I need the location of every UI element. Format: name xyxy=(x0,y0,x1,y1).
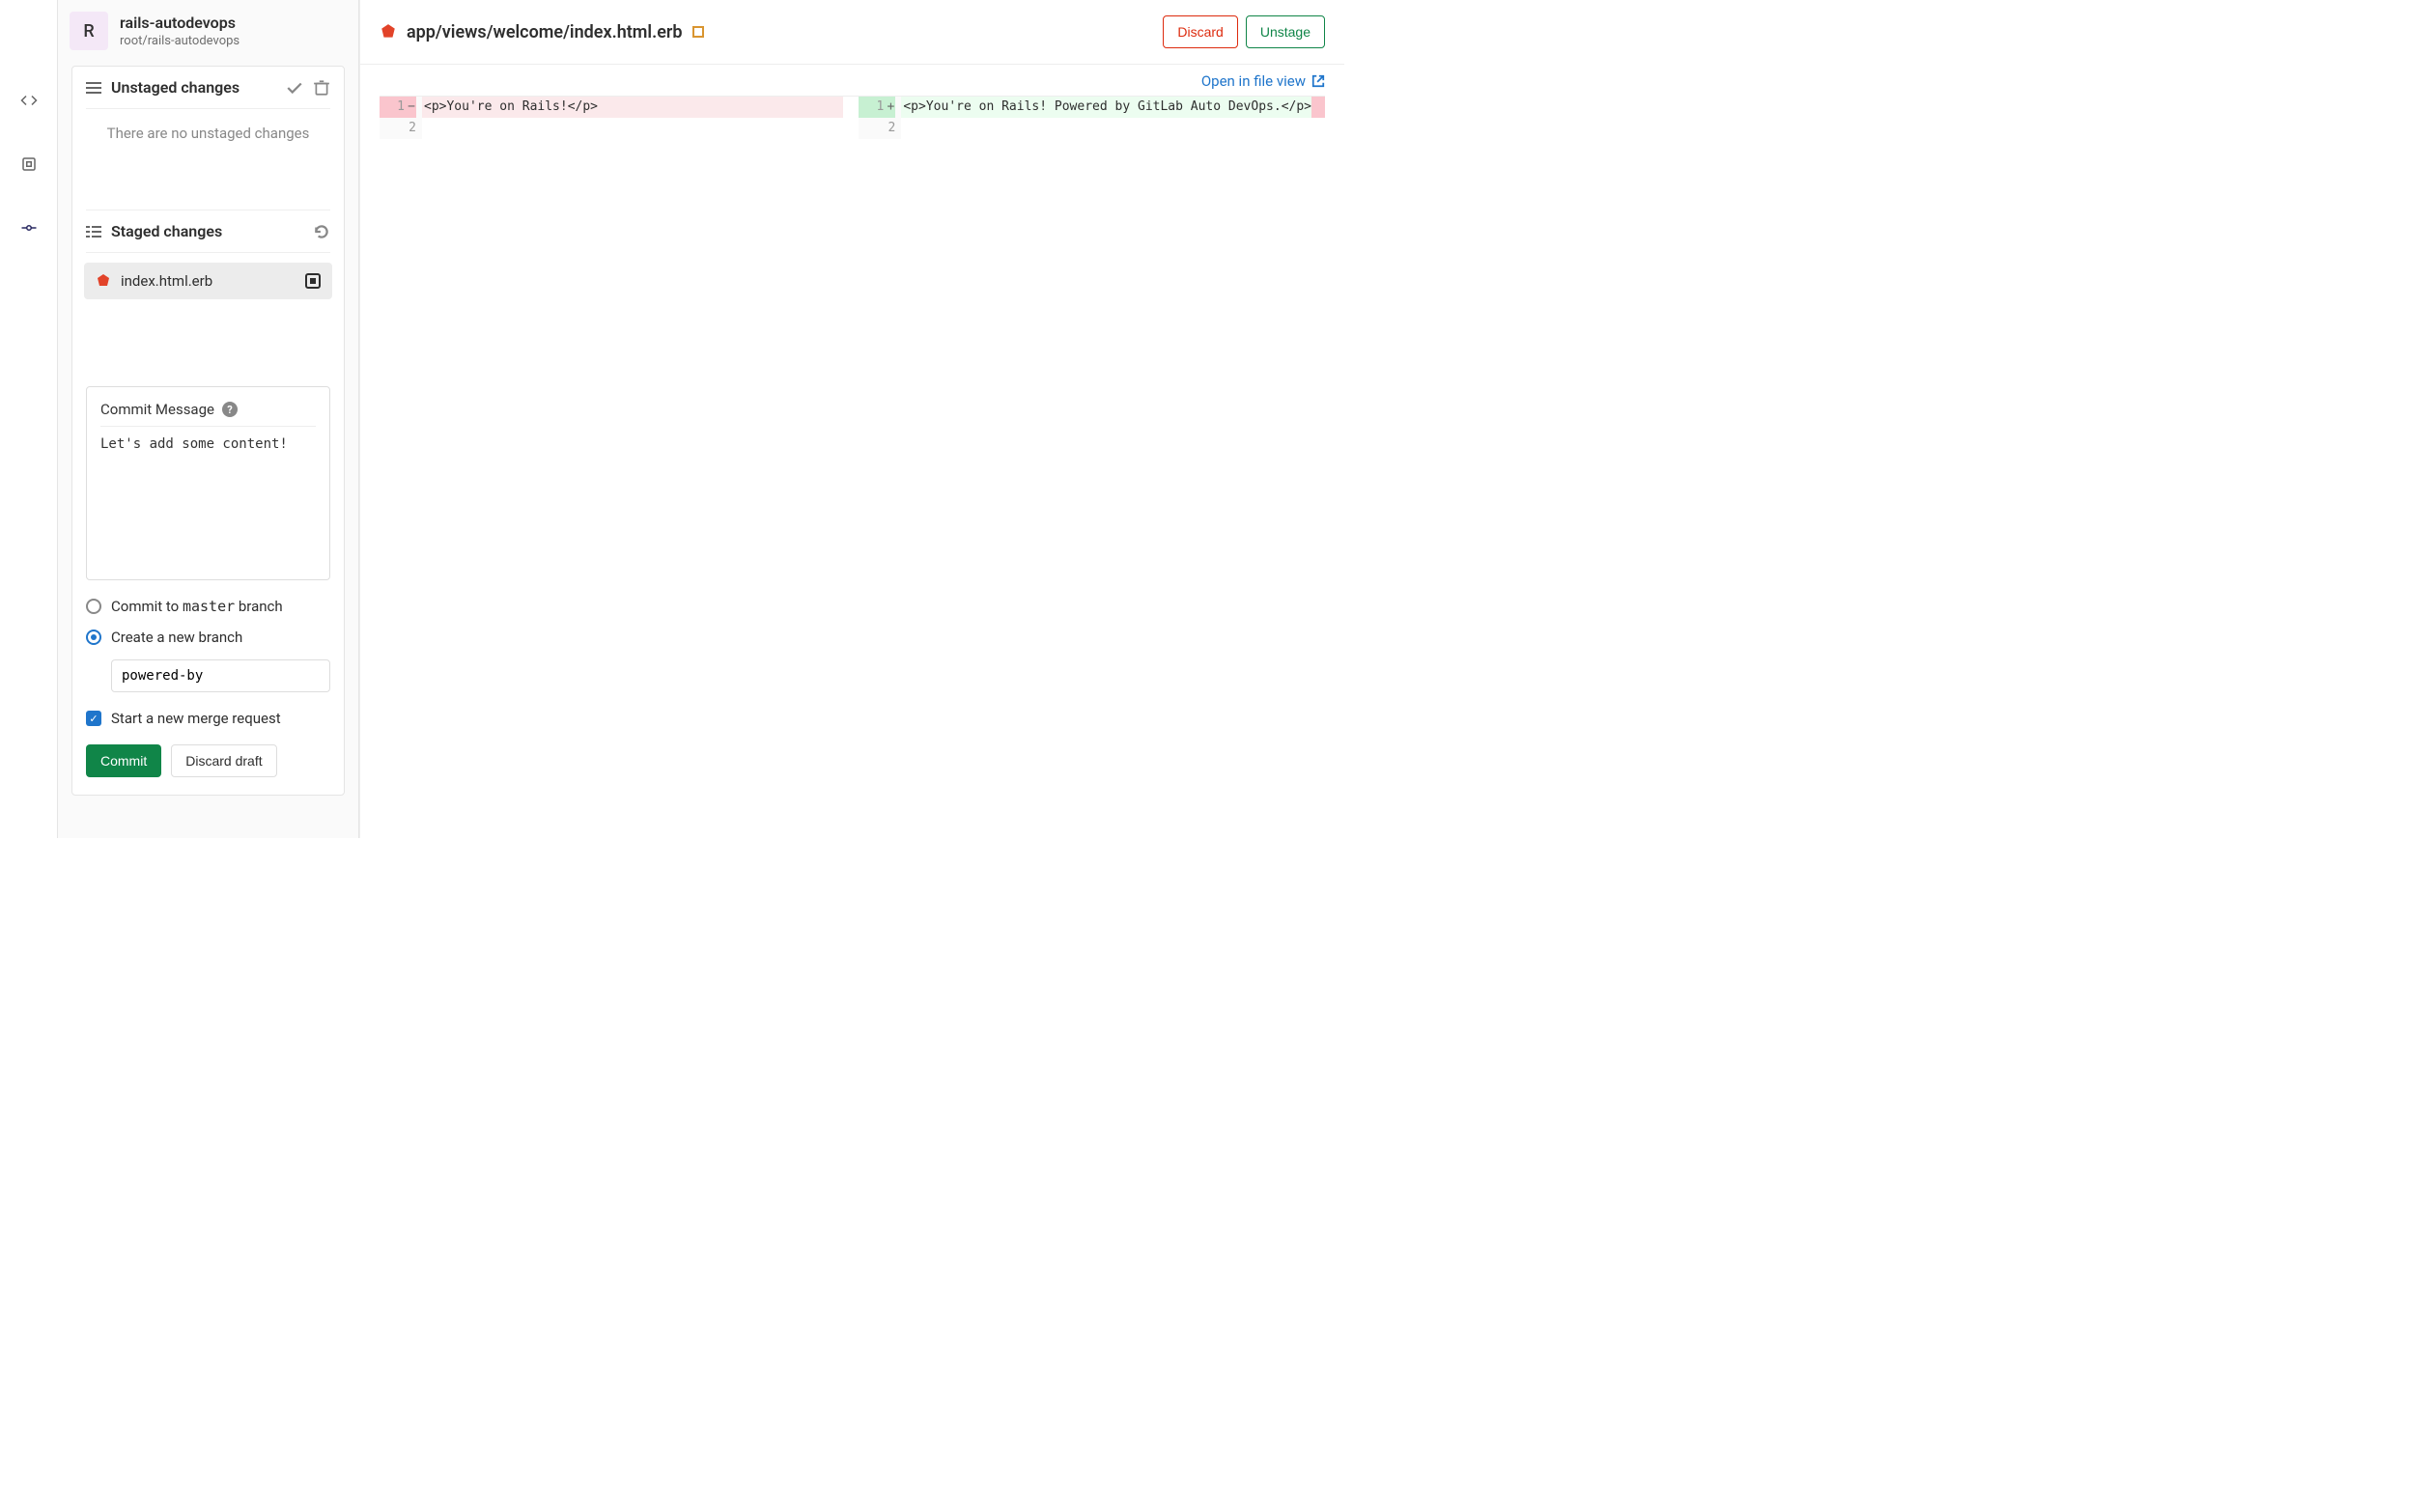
branch-name-input[interactable] xyxy=(111,659,330,692)
commit-sidebar: R rails-autodevops root/rails-autodevops… xyxy=(58,0,359,838)
ruby-icon xyxy=(96,273,111,289)
open-in-file-view-link[interactable]: Open in file view xyxy=(360,65,1344,96)
staged-header: Staged changes xyxy=(72,210,344,252)
diff-line-removed: <p>You're on Rails!</p> xyxy=(422,97,843,118)
unstaged-empty: There are no unstaged changes xyxy=(72,109,344,210)
unstage-button[interactable]: Unstage xyxy=(1246,15,1325,48)
diff-right: 1+ 2 <p>You're on Rails! Powered by GitL… xyxy=(859,97,1325,139)
stage-all-icon[interactable] xyxy=(286,79,303,97)
commit-message-box: Commit Message ? xyxy=(86,386,330,580)
discard-button[interactable]: Discard xyxy=(1163,15,1237,48)
commit-button[interactable]: Commit xyxy=(86,744,161,777)
checkbox-icon: ✓ xyxy=(86,711,101,726)
staged-list-icon xyxy=(86,224,101,239)
discard-all-icon[interactable] xyxy=(313,79,330,97)
staged-title: Staged changes xyxy=(111,222,303,240)
commit-message-label: Commit Message xyxy=(100,401,214,418)
commit-icon[interactable] xyxy=(10,209,48,247)
unstaged-title: Unstaged changes xyxy=(111,78,276,97)
diff-line-added: <p>You're on Rails! Powered by GitLab Au… xyxy=(901,97,1311,118)
radio-new-branch[interactable]: Create a new branch xyxy=(86,629,330,646)
unstage-all-icon[interactable] xyxy=(313,223,330,240)
activity-bar xyxy=(0,0,58,838)
hamburger-icon xyxy=(86,80,101,96)
external-link-icon xyxy=(1311,74,1325,88)
staged-file-name: index.html.erb xyxy=(121,272,296,290)
help-icon[interactable]: ? xyxy=(222,402,238,417)
project-header: R rails-autodevops root/rails-autodevops xyxy=(58,0,358,58)
radio-commit-master[interactable]: Commit to master branch xyxy=(86,598,330,615)
unstaged-header: Unstaged changes xyxy=(72,67,344,108)
file-path: app/views/welcome/index.html.erb xyxy=(407,22,683,42)
commit-message-input[interactable] xyxy=(100,436,316,562)
changes-panel: Unstaged changes There are no unstaged c… xyxy=(71,66,345,796)
unstage-file-icon[interactable] xyxy=(305,273,321,289)
ruby-icon xyxy=(380,23,397,41)
diff-left: 1− 2 <p>You're on Rails!</p> xyxy=(380,97,843,139)
project-avatar: R xyxy=(70,12,108,50)
project-path: root/rails-autodevops xyxy=(120,34,240,48)
staged-file-row[interactable]: index.html.erb xyxy=(84,263,332,299)
modified-icon xyxy=(692,26,704,38)
discard-draft-button[interactable]: Discard draft xyxy=(171,744,276,777)
review-icon[interactable] xyxy=(10,145,48,183)
code-icon[interactable] xyxy=(10,81,48,120)
diff-view: 1− 2 <p>You're on Rails!</p> 1+ 2 <p>You… xyxy=(380,96,1325,139)
project-title: rails-autodevops xyxy=(120,14,240,32)
file-header: app/views/welcome/index.html.erb Discard… xyxy=(360,0,1344,65)
radio-icon xyxy=(86,599,101,614)
radio-icon xyxy=(86,630,101,645)
editor-area: app/views/welcome/index.html.erb Discard… xyxy=(359,0,1344,838)
start-mr-checkbox[interactable]: ✓ Start a new merge request xyxy=(86,710,330,727)
